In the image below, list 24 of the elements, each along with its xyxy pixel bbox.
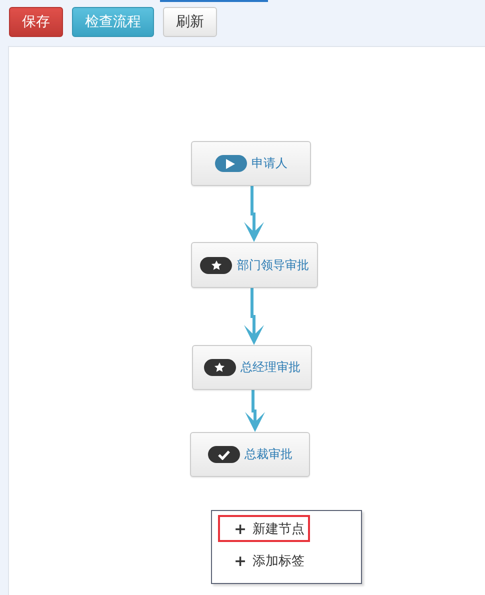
menu-item-label: 添加标签 [252, 552, 305, 570]
node-label: 申请人 [252, 155, 288, 172]
check-icon [218, 450, 230, 460]
toolbar-button[interactable]: 检查流程 [72, 7, 154, 37]
toolbar-button[interactable]: 保存 [9, 7, 63, 37]
menu-item[interactable]: + 新建节点 [218, 515, 310, 542]
node-label: 总裁审批 [244, 446, 292, 463]
flow-node[interactable]: 总经理审批 [192, 345, 312, 390]
flow-node[interactable]: 部门领导审批 [191, 242, 318, 288]
star-icon [214, 362, 225, 373]
plus-icon: + [234, 520, 247, 538]
star-icon [210, 260, 222, 270]
plus-icon: + [234, 552, 247, 570]
flow-node[interactable]: 申请人 [191, 141, 311, 186]
menu-item-label: 新建节点 [252, 520, 305, 538]
flow-arrow [244, 186, 264, 242]
flow-arrow [245, 390, 265, 432]
node-label: 部门领导审批 [237, 256, 309, 274]
flow-arrow [244, 288, 264, 345]
flow-node[interactable]: 总裁审批 [190, 432, 310, 477]
menu-item[interactable]: + 添加标签 [218, 547, 310, 574]
play-icon [226, 158, 235, 168]
toolbar-button[interactable]: 刷新 [163, 7, 217, 37]
node-label: 总经理审批 [240, 359, 300, 376]
